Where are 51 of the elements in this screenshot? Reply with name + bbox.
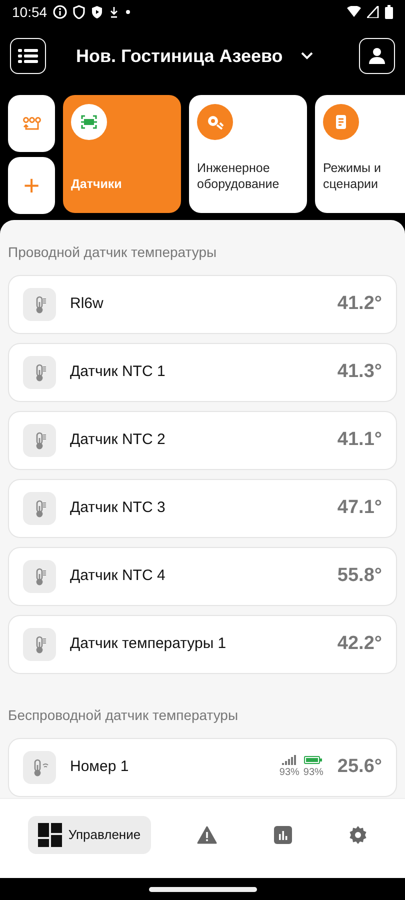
sensor-name: Датчик температуры 1 [70, 634, 228, 654]
grid-icon [38, 822, 62, 846]
sensor-card[interactable]: Датчик NTC 3 47.1° [8, 479, 397, 538]
nav-tab[interactable]: Управление [28, 816, 151, 854]
section-heading: Проводной датчик температуры [8, 243, 218, 262]
location-title: Нов. Гостиница Азеево [76, 44, 283, 68]
user-icon [369, 47, 385, 65]
scenes-icon [22, 116, 40, 130]
cell-signal-icon [367, 6, 379, 18]
battery-icon [304, 755, 322, 765]
temperature-value: 41.2° [337, 292, 382, 316]
wifi-icon [347, 6, 361, 18]
menu-button[interactable] [10, 38, 46, 74]
download-icon [109, 5, 120, 19]
battery-percent: 93% [303, 766, 324, 780]
sensor-card[interactable]: Rl6w 41.2° [8, 275, 397, 334]
sensor-card[interactable]: Датчик NTC 2 41.1° [8, 411, 397, 470]
sensor-name: Номер 1 [70, 757, 130, 778]
sensor-card[interactable]: Датчик температуры 1 42.2° [8, 615, 397, 674]
battery-icon [385, 5, 393, 19]
sensor-name: Датчик NTC 2 [70, 430, 166, 450]
section-heading: Беспроводной датчик температуры [8, 706, 240, 725]
dot-icon [125, 9, 132, 15]
info-icon [53, 5, 68, 19]
signal-percent: 93% [279, 766, 300, 780]
temperature-value: 25.6° [337, 755, 382, 780]
temperature-value: 47.1° [337, 496, 382, 520]
category-tile[interactable]: Инженерное оборудование [189, 95, 307, 213]
signal-icon [282, 755, 296, 765]
status-time: 10:54 [12, 2, 48, 22]
profile-button[interactable] [359, 38, 395, 74]
temperature-value: 42.2° [337, 632, 382, 656]
menu-icon [18, 48, 38, 64]
sensor-name: Rl6w [70, 294, 104, 314]
shield-icon [73, 5, 86, 19]
sensor-name: Датчик NTC 1 [70, 362, 166, 382]
shield-play-icon [91, 5, 104, 19]
settings-icon [348, 826, 367, 844]
chevron-down-icon [300, 52, 313, 60]
temperature-value: 55.8° [337, 564, 382, 588]
category-tile[interactable]: Режимы и сценарии [315, 95, 405, 213]
sensor-card[interactable]: Датчик NTC 1 41.3° [8, 343, 397, 402]
temperature-value: 41.3° [337, 360, 382, 384]
bar-chart-icon [274, 826, 292, 844]
scenes-button[interactable] [8, 95, 55, 152]
sensor-card[interactable]: Номер 1 93% 93% 25.6° [8, 738, 397, 797]
sensor-card[interactable]: Датчик NTC 4 55.8° [8, 547, 397, 606]
sensor-name: Датчик NTC 4 [70, 566, 166, 586]
warning-icon [197, 826, 218, 844]
sensor-name: Датчик NTC 3 [70, 498, 166, 518]
temperature-value: 41.1° [337, 428, 382, 452]
